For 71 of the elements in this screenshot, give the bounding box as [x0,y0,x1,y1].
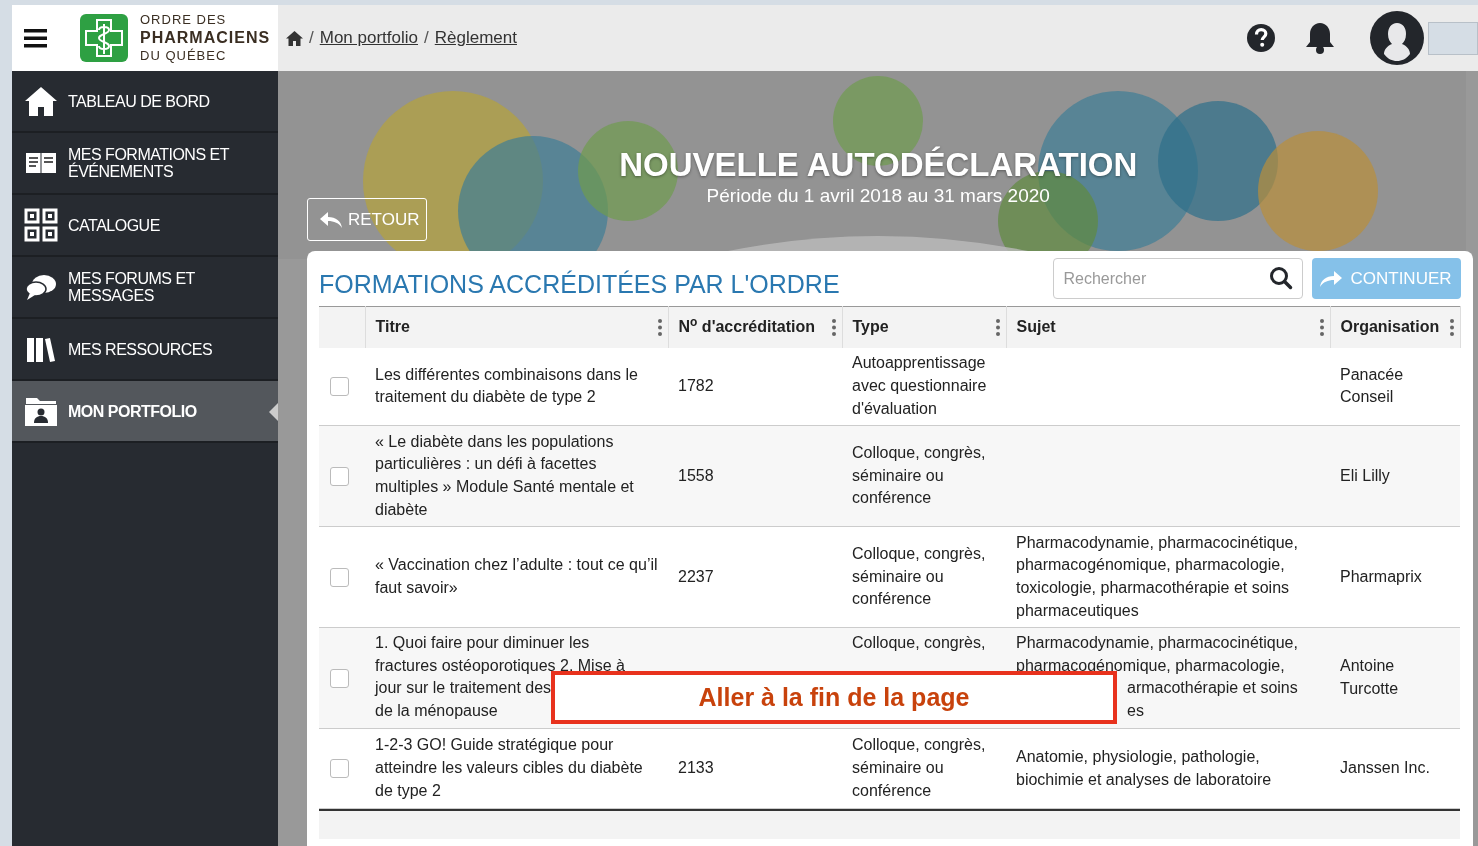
header-panel [1428,21,1478,55]
column-header[interactable]: N$^{o}$ d'accréditation [678,318,815,336]
cell-text-line: jour sur le traitement des [375,678,553,699]
search-field[interactable]: Rechercher [1052,258,1303,299]
forward-arrow-icon [1320,270,1343,287]
table-cell: Pharmaprix [1340,567,1422,585]
table-cell: 1-2-3 GO! Guide stratégique pour atteindre les valeurs cibles du diabète de type 2 [375,736,643,799]
cell-text-line: 1. Quoi faire pour diminuer les [375,633,591,653]
table-cell: Antoine Turcotte [1340,657,1399,697]
table-cell: Les différentes combinaisons dans le traitement du diabète de type 2 [375,365,638,406]
table-cell: « Vaccination chez l’adulte : tout ce qu’il faut savoir» [375,556,658,596]
cell-text-line: Colloque, congrès, [852,633,987,653]
logo-text: PHARMACIENS [140,29,271,47]
search-icon[interactable] [1268,266,1293,290]
column-menu-icon[interactable] [1449,319,1454,336]
active-pointer [269,403,278,421]
column-menu-icon[interactable] [995,319,1000,336]
cell-text-line: Pharmacodynamie, pharmacocinétique, [1016,633,1299,653]
table-cell: 2237 [678,567,714,585]
row-checkbox[interactable] [330,376,349,396]
cell-text-line: es [1126,701,1145,722]
back-arrow-icon [320,211,342,228]
row-checkbox[interactable] [330,567,349,587]
cell-text-line: armacothérapie et soins [1126,678,1299,699]
banner-title: NOUVELLE AUTODÉCLARATION [619,146,1138,184]
table-cell: 1558 [678,466,714,484]
sidebar-item[interactable]: MON PORTFOLIO [12,381,278,443]
banner-subtitle: Période du 1 avril 2018 au 31 mars 2020 [706,184,1050,208]
chat-bubbles-icon [25,274,57,300]
row-checkbox[interactable] [330,466,349,486]
scroll-to-end-banner[interactable]: Aller à la fin de la page [551,671,1117,724]
cell-text-line: de la ménopause [375,701,499,722]
breadcrumb-link[interactable]: Règlement [434,25,517,51]
column-header[interactable]: Sujet [1016,318,1056,336]
breadcrumb-link[interactable]: Mon portfolio [319,25,418,51]
table-cell: Anatomie, physiologie, pathologie, biochimie et analyses de laboratoire [1016,747,1272,788]
breadcrumb-separator: / [424,27,429,50]
table-cell: Pharmacodynamie, pharmacocinétique, pharmacogénomique, pharmacologie, toxicologie, pharmacothérapie et soins pharmaceutiques [1016,533,1298,619]
bell-icon[interactable] [1304,21,1336,55]
folder-icon [24,396,58,426]
logo-text: ORDRE DES [140,11,228,29]
grid-icon [24,208,58,242]
panel-title: FORMATIONS ACCRÉDITÉES PAR L'ORDRE [319,268,840,300]
table-cell: Panacée Conseil [1340,365,1404,406]
table-cell: 2133 [678,759,714,777]
logo-icon [80,14,128,62]
table-cell: « Le diabète dans les populations particulières : un défi à facettes multiples » Module Santé mentale et diabète [375,432,634,518]
breadcrumb-separator: / [309,27,314,50]
home-icon [25,86,57,116]
logo-text: DU QUÉBEC [140,47,228,65]
avatar-icon[interactable] [1370,11,1424,65]
table-cell: Janssen Inc. [1340,759,1430,777]
column-menu-icon[interactable] [1319,319,1324,336]
table-cell: Colloque, congrès, séminaire ou conférence [852,443,986,507]
table-cell: Autoapprentissage avec questionnaire d'évaluation [852,354,987,417]
column-menu-icon[interactable] [657,319,662,336]
row-checkbox[interactable] [330,759,349,778]
column-header[interactable]: Titre [375,318,410,336]
table-cell: Eli Lilly [1340,466,1390,484]
book-icon [25,151,57,175]
column-header[interactable]: Type [852,318,889,336]
table-cell: 1782 [678,376,714,394]
books-icon [26,336,56,362]
row-checkbox[interactable] [330,668,349,688]
table-cell: Colloque, congrès, séminaire ou conférence [852,736,986,799]
table-cell: Colloque, congrès, séminaire ou conférence [852,544,986,608]
home-icon[interactable] [286,30,303,46]
help-icon[interactable] [1246,23,1276,53]
menu-icon[interactable] [24,28,47,48]
column-header[interactable]: Organisation [1340,318,1440,336]
column-menu-icon[interactable] [831,319,836,336]
